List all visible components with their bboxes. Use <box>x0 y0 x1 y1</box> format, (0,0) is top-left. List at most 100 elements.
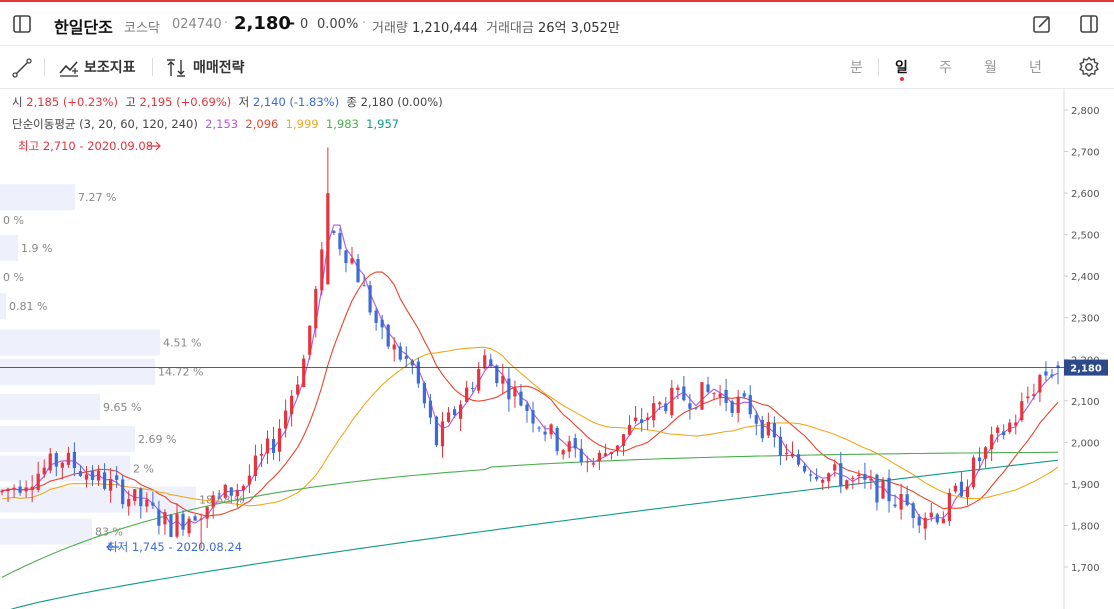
draw-line-icon[interactable] <box>12 58 32 78</box>
panel-toggle-icon[interactable] <box>1079 14 1099 34</box>
indicator-icon[interactable] <box>58 58 80 78</box>
candle-body <box>670 387 674 416</box>
candle-body <box>235 490 239 497</box>
candle-body <box>1044 371 1048 376</box>
period-minute-tab[interactable]: 분 <box>850 57 863 77</box>
min-annotation: 최저 1,745 - 2020.08.24 <box>107 540 242 554</box>
candle-body <box>344 250 348 264</box>
candle-body <box>549 424 553 435</box>
candle-body <box>314 288 318 329</box>
edit-icon[interactable] <box>1032 14 1052 34</box>
max-annotation: 최고 2,710 - 2020.09.08 <box>18 139 153 153</box>
indicator-button[interactable]: 보조지표 <box>84 57 136 77</box>
candle-body <box>784 452 789 454</box>
candle-body <box>603 453 608 457</box>
candle-body <box>887 477 891 502</box>
market-name: 코스닥 <box>124 21 160 36</box>
candle-body <box>513 387 517 397</box>
candle-body <box>507 378 511 400</box>
candle-body <box>525 404 529 411</box>
candle-body <box>706 384 710 392</box>
ohlc-legend: 시 2,185 (+0.23%) 고 2,195 (+0.69%) 저 2,14… <box>12 94 443 110</box>
candle-body <box>332 231 336 233</box>
price-change: 0 <box>300 17 309 32</box>
stock-name[interactable]: 한일단조 <box>54 14 113 38</box>
period-year-tab[interactable]: 년 <box>1029 57 1042 77</box>
candle-body <box>320 249 324 291</box>
volume-profile-bar <box>0 329 160 356</box>
candle-body <box>48 453 52 471</box>
candle-body <box>326 193 330 285</box>
low-value: 2,140 (-1.83%) <box>252 95 340 109</box>
candle-body <box>1020 401 1024 421</box>
sidebar-toggle-icon[interactable] <box>12 14 32 34</box>
candle-body <box>133 489 137 501</box>
open-label: 시 <box>12 95 23 109</box>
toolbar-divider <box>878 58 879 76</box>
volume-profile-bar <box>0 184 75 211</box>
candle-body <box>362 285 366 287</box>
candle-body <box>875 474 879 503</box>
candle-body <box>386 324 390 347</box>
price-chart[interactable]: 7.27 %0 %1.9 %0 %0.81 %4.51 %14.72 %9.65… <box>0 88 1114 609</box>
candle-body <box>90 470 95 480</box>
y-tick-label: 1,700 <box>1071 563 1100 574</box>
candle-body <box>869 478 873 481</box>
candle-body <box>851 477 855 480</box>
volume-profile-label: 0 % <box>3 271 24 284</box>
candle-body <box>54 453 58 467</box>
candle-body <box>597 452 601 461</box>
settings-gear-icon[interactable] <box>1078 56 1100 78</box>
candle-body <box>778 436 783 456</box>
candle-body <box>434 416 439 446</box>
candle-body <box>217 493 221 495</box>
candle-body <box>127 499 131 507</box>
candle-body <box>573 438 577 449</box>
period-month-tab[interactable]: 월 <box>984 57 997 77</box>
open-value: 2,185 (+0.23%) <box>26 95 118 109</box>
volume-profile-bar <box>0 293 6 320</box>
y-tick-label: 2,700 <box>1071 148 1100 159</box>
period-day-tab[interactable]: 일 <box>895 57 908 77</box>
candle-body <box>241 485 245 491</box>
candle-body <box>356 259 360 283</box>
candle-body <box>1014 422 1018 426</box>
candle-body <box>821 479 825 483</box>
candle-body <box>36 473 40 490</box>
candle-body <box>84 474 89 480</box>
period-week-tab[interactable]: 주 <box>939 57 952 77</box>
candle-body <box>627 424 632 435</box>
candle-body <box>247 475 252 485</box>
candle-body <box>833 464 837 471</box>
candle-body <box>965 486 970 498</box>
y-tick-label: 2,100 <box>1071 397 1100 408</box>
ma240-value: 1,957 <box>366 117 400 131</box>
candle-body <box>996 427 1000 433</box>
candle-body <box>277 428 282 452</box>
candle-body <box>404 356 408 359</box>
candle-body <box>724 389 728 403</box>
candle-body <box>591 463 595 465</box>
candle-body <box>990 434 994 450</box>
candle-body <box>416 361 420 384</box>
close-value: 2,180 (0.00%) <box>360 95 443 109</box>
candle-body <box>941 518 945 524</box>
candle-body <box>736 397 740 413</box>
candle-body <box>983 447 988 459</box>
candle-body <box>688 403 692 409</box>
candle-body <box>555 427 559 452</box>
high-label: 고 <box>125 95 136 109</box>
candle-body <box>350 258 354 264</box>
candle-body <box>284 410 288 429</box>
volume-profile-bar <box>0 234 18 261</box>
close-label: 종 <box>346 95 357 109</box>
candle-body <box>881 480 885 499</box>
candle-body <box>12 487 16 489</box>
candle-body <box>748 395 752 415</box>
candle-body <box>537 427 541 429</box>
candle-body <box>30 486 34 491</box>
trade-strategy-button[interactable]: 매매전략 <box>193 57 245 77</box>
candle-body <box>971 457 976 488</box>
trade-strategy-icon[interactable] <box>165 58 187 78</box>
volume-profile-label: 2.69 % <box>138 433 176 446</box>
